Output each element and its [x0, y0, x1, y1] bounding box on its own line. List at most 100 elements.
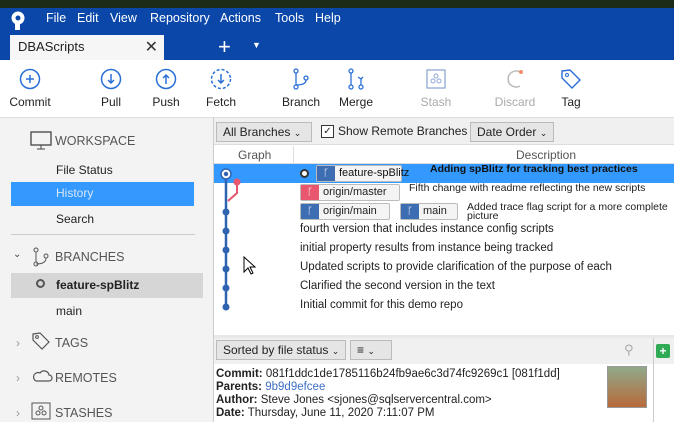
column-header: Graph Description: [214, 146, 674, 164]
commit-row[interactable]: Initial commit for this demo repo: [214, 297, 674, 316]
fetch-icon: [210, 68, 232, 90]
branches-filter-label: All Branches: [223, 125, 291, 139]
discard-button[interactable]: Discard: [485, 68, 545, 109]
commit-row[interactable]: ᚴ origin/main ᚴ main Added trace flag scri…: [214, 202, 674, 221]
menu-help[interactable]: Help: [315, 11, 341, 25]
chevron-down-icon[interactable]: ⌄: [13, 249, 21, 260]
chevron-right-icon[interactable]: ›: [16, 336, 20, 350]
commit-row[interactable]: Updated scripts to provide clarification…: [214, 259, 674, 278]
graph-node: [222, 227, 230, 235]
branch-button[interactable]: Branch: [271, 68, 331, 109]
show-remote-label: Show Remote Branches: [338, 124, 468, 138]
close-icon[interactable]: ✕: [145, 37, 158, 57]
description-column-header[interactable]: Description: [516, 148, 576, 162]
cloud-icon: [32, 370, 53, 382]
monitor-icon: [30, 131, 52, 150]
push-button[interactable]: Push: [136, 68, 196, 109]
stash-button[interactable]: Stash: [406, 68, 466, 109]
author-value: Steve Jones <sjones@sqlservercentral.com…: [260, 394, 492, 406]
view-mode-dropdown[interactable]: ≡ ⌄: [350, 340, 392, 360]
fetch-label: Fetch: [205, 95, 236, 109]
graph-node: [222, 303, 230, 311]
commit-hash: 081f1ddc1de1785116b24fb9ae6c3d74fc9269c1…: [265, 368, 560, 380]
branch-ref-tag[interactable]: ᚴ feature-spBlitz: [316, 165, 409, 182]
search-icon[interactable]: ⚲: [624, 342, 634, 358]
graph-column-header[interactable]: Graph: [238, 148, 271, 162]
discard-label: Discard: [494, 95, 536, 109]
stashes-header[interactable]: STASHES: [55, 406, 112, 420]
stash-label: Stash: [420, 95, 452, 109]
menu-file[interactable]: File: [46, 11, 66, 25]
ref-label: origin/main: [323, 205, 377, 217]
tag-label: Tag: [561, 95, 581, 109]
pull-label: Pull: [100, 95, 121, 109]
branch-icon: [33, 247, 49, 267]
order-dropdown[interactable]: Date Order ⌄: [470, 122, 554, 142]
workspace-header[interactable]: WORKSPACE: [55, 134, 135, 148]
sidebar-item-search[interactable]: Search: [56, 212, 94, 226]
chevron-down-icon: ⌄: [293, 128, 302, 138]
commit-label: Commit: [9, 95, 51, 109]
author-line: Author: Steve Jones <sjones@sqlservercen…: [216, 394, 492, 406]
divider: [11, 234, 195, 235]
list-icon: ≡: [357, 343, 365, 357]
author-avatar: [607, 366, 647, 408]
new-tab-plus-icon[interactable]: +: [218, 34, 231, 60]
tag-icon: [32, 332, 50, 350]
commit-graph: [220, 168, 241, 311]
commit-row[interactable]: initial property results from instance b…: [214, 240, 674, 259]
branch-icon: [293, 68, 309, 90]
stage-plus-icon[interactable]: +: [656, 344, 670, 358]
file-sort-label: Sorted by file status: [223, 343, 329, 357]
parent-link[interactable]: 9b9d9efcee: [265, 381, 325, 393]
merge-icon: [348, 68, 364, 90]
background-strip: [0, 0, 674, 8]
chevron-right-icon[interactable]: ›: [16, 406, 20, 420]
sidebar-item-file-status[interactable]: File Status: [56, 163, 113, 177]
sidebar-item-history[interactable]: History: [11, 182, 194, 206]
pull-button[interactable]: Pull: [81, 68, 141, 109]
ref-label: origin/master: [323, 186, 387, 198]
branches-filter-dropdown[interactable]: All Branches ⌄: [216, 122, 312, 142]
remote-ref-tag[interactable]: ᚴ origin/main: [300, 203, 390, 220]
tab-dropdown-icon[interactable]: ▼: [252, 40, 261, 50]
commit-button[interactable]: Commit: [0, 68, 60, 109]
branch-icon: ᚴ: [401, 204, 419, 219]
branches-header[interactable]: BRANCHES: [55, 250, 124, 264]
graph-node: [233, 178, 241, 186]
tags-header[interactable]: TAGS: [55, 336, 88, 350]
date-line: Date: Thursday, June 11, 2020 7:11:07 PM: [216, 407, 434, 419]
merge-button[interactable]: Merge: [326, 68, 386, 109]
commit-message: Clarified the second version in the text: [300, 280, 495, 292]
remote-ref-tag[interactable]: ᚴ origin/master: [300, 184, 400, 201]
commit-row[interactable]: ᚴ feature-spBlitz Adding spBlitz for trac…: [214, 164, 674, 183]
chevron-right-icon[interactable]: ›: [16, 371, 20, 385]
menu-edit[interactable]: Edit: [77, 11, 99, 25]
commit-row[interactable]: fourth version that includes instance co…: [214, 221, 674, 240]
arrow-up-circle-icon: [155, 68, 177, 90]
remotes-header[interactable]: REMOTES: [55, 371, 117, 385]
branch-ref-tag[interactable]: ᚴ main: [400, 203, 458, 220]
commit-row[interactable]: ᚴ origin/master Fifth change with readme …: [214, 183, 674, 202]
merge-label: Merge: [338, 95, 373, 109]
repo-tab[interactable]: DBAScripts ✕: [10, 35, 164, 61]
menu-repository[interactable]: Repository: [150, 11, 210, 25]
branch-icon: ᚴ: [317, 166, 335, 181]
show-remote-checkbox[interactable]: ✓: [321, 125, 334, 138]
history-label: History: [56, 186, 94, 200]
sidebar-branch-feature-spBlitz[interactable]: feature-spBlitz: [11, 273, 203, 298]
menu-view[interactable]: View: [110, 11, 137, 25]
discard-icon: [507, 70, 523, 88]
chevron-down-icon: ⌄: [367, 346, 375, 356]
commit-message: Added trace flag script for a more compl…: [467, 201, 668, 222]
divider: [653, 338, 654, 422]
menu-tools[interactable]: Tools: [275, 11, 304, 25]
file-sort-dropdown[interactable]: Sorted by file status ⌄: [216, 340, 346, 360]
commit-row[interactable]: Clarified the second version in the text: [214, 278, 674, 297]
fetch-button[interactable]: Fetch: [191, 68, 251, 109]
title-bar: File Edit View Repository Actions Tools …: [0, 8, 674, 61]
branch-icon: ᚴ: [301, 204, 319, 219]
sidebar-branch-main[interactable]: main: [56, 304, 82, 318]
menu-actions[interactable]: Actions: [220, 11, 261, 25]
tag-button[interactable]: Tag: [541, 68, 601, 109]
